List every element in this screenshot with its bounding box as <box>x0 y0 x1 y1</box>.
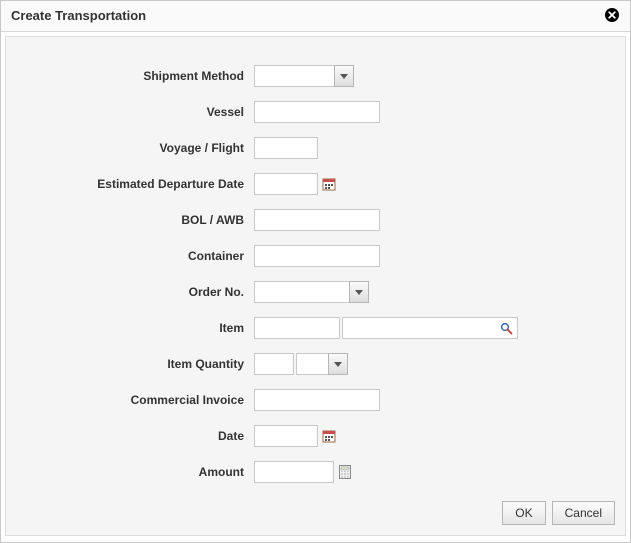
row-voyage: Voyage / Flight <box>16 137 615 159</box>
label-item: Item <box>16 321 254 335</box>
label-amount: Amount <box>16 465 254 479</box>
dialog-title: Create Transportation <box>11 8 146 23</box>
row-vessel: Vessel <box>16 101 615 123</box>
dialog-title-bar: Create Transportation <box>1 1 630 32</box>
label-comm-inv: Commercial Invoice <box>16 393 254 407</box>
item-code-input[interactable] <box>254 317 340 339</box>
row-bol: BOL / AWB <box>16 209 615 231</box>
dialog-body: Shipment Method Vessel Voyage / Flight <box>5 36 626 536</box>
ok-button[interactable]: OK <box>502 501 545 525</box>
amount-input[interactable] <box>254 461 334 483</box>
bol-input[interactable] <box>254 209 380 231</box>
date-input[interactable] <box>254 425 318 447</box>
order-no-dropdown-button[interactable] <box>349 281 369 303</box>
voyage-input[interactable] <box>254 137 318 159</box>
row-date: Date <box>16 425 615 447</box>
etd-datepicker-button[interactable] <box>318 173 340 195</box>
label-container: Container <box>16 249 254 263</box>
close-icon <box>605 8 619 22</box>
row-item-qty: Item Quantity <box>16 353 615 375</box>
order-no-input[interactable] <box>254 281 349 303</box>
container-input[interactable] <box>254 245 380 267</box>
label-vessel: Vessel <box>16 105 254 119</box>
calculator-icon <box>339 465 351 479</box>
vessel-input[interactable] <box>254 101 380 123</box>
calendar-icon <box>322 177 336 191</box>
item-qty-uom-input[interactable] <box>296 353 328 375</box>
item-qty-uom-select[interactable] <box>296 353 348 375</box>
label-order-no: Order No. <box>16 285 254 299</box>
item-qty-uom-dropdown-button[interactable] <box>328 353 348 375</box>
dialog-footer: OK Cancel <box>502 501 615 525</box>
order-no-select[interactable] <box>254 281 369 303</box>
chevron-down-icon <box>334 362 342 367</box>
search-icon <box>500 322 513 335</box>
chevron-down-icon <box>340 74 348 79</box>
row-order-no: Order No. <box>16 281 615 303</box>
shipment-method-input[interactable] <box>254 65 334 87</box>
label-bol: BOL / AWB <box>16 213 254 227</box>
row-item: Item <box>16 317 615 339</box>
shipment-method-dropdown-button[interactable] <box>334 65 354 87</box>
row-amount: Amount <box>16 461 615 483</box>
cancel-button[interactable]: Cancel <box>552 501 615 525</box>
create-transportation-dialog: Create Transportation Shipment Method <box>0 0 631 543</box>
label-item-qty: Item Quantity <box>16 357 254 371</box>
amount-calculator-button[interactable] <box>334 461 356 483</box>
date-datepicker-button[interactable] <box>318 425 340 447</box>
chevron-down-icon <box>355 290 363 295</box>
label-date: Date <box>16 429 254 443</box>
item-description-display <box>342 317 518 339</box>
shipment-method-select[interactable] <box>254 65 354 87</box>
label-shipment-method: Shipment Method <box>16 69 254 83</box>
calendar-icon <box>322 429 336 443</box>
row-container: Container <box>16 245 615 267</box>
dialog-close-button[interactable] <box>604 7 620 23</box>
row-comm-inv: Commercial Invoice <box>16 389 615 411</box>
etd-input[interactable] <box>254 173 318 195</box>
commercial-invoice-input[interactable] <box>254 389 380 411</box>
label-etd: Estimated Departure Date <box>16 177 254 191</box>
item-qty-input[interactable] <box>254 353 294 375</box>
row-etd: Estimated Departure Date <box>16 173 615 195</box>
row-shipment-method: Shipment Method <box>16 65 615 87</box>
label-voyage: Voyage / Flight <box>16 141 254 155</box>
item-lookup-button[interactable] <box>500 322 513 335</box>
